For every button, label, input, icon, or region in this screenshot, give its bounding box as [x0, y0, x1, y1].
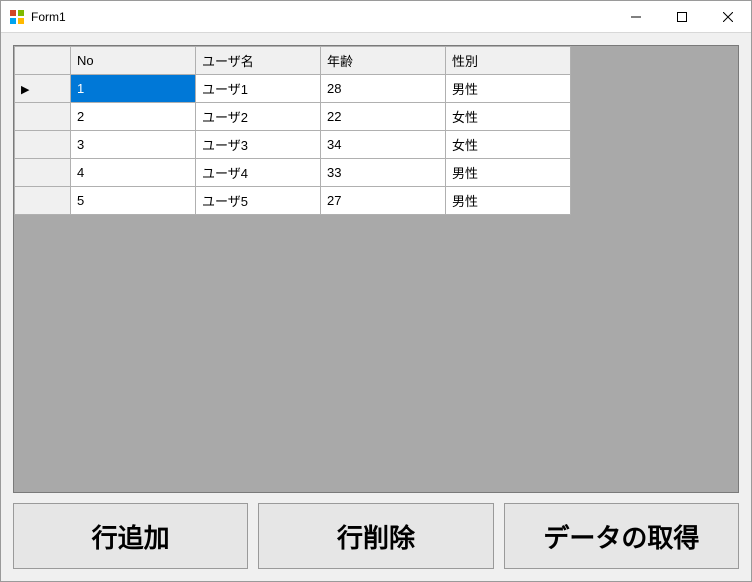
cell-user[interactable]: ユーザ2: [196, 103, 321, 131]
cell-age[interactable]: 28: [321, 75, 446, 103]
table-row[interactable]: 5ユーザ527男性: [15, 187, 571, 215]
maximize-button[interactable]: [659, 1, 705, 32]
cell-sex[interactable]: 男性: [446, 75, 571, 103]
column-header-age[interactable]: 年齢: [321, 47, 446, 75]
table-row[interactable]: 4ユーザ433男性: [15, 159, 571, 187]
datagrid-container: No ユーザ名 年齢 性別 ▶1ユーザ128男性2ユーザ222女性3ユーザ334…: [13, 45, 739, 493]
cell-sex[interactable]: 女性: [446, 103, 571, 131]
cell-age[interactable]: 22: [321, 103, 446, 131]
fetch-data-button[interactable]: データの取得: [504, 503, 739, 569]
minimize-button[interactable]: [613, 1, 659, 32]
cell-sex[interactable]: 男性: [446, 187, 571, 215]
window-frame: Form1 No ユーザ名 年齢 性別: [0, 0, 752, 582]
cell-no[interactable]: 5: [71, 187, 196, 215]
cell-user[interactable]: ユーザ3: [196, 131, 321, 159]
cell-sex[interactable]: 男性: [446, 159, 571, 187]
row-header[interactable]: ▶: [15, 75, 71, 103]
cell-no[interactable]: 3: [71, 131, 196, 159]
column-header-user[interactable]: ユーザ名: [196, 47, 321, 75]
delete-row-button[interactable]: 行削除: [258, 503, 493, 569]
datagrid[interactable]: No ユーザ名 年齢 性別 ▶1ユーザ128男性2ユーザ222女性3ユーザ334…: [14, 46, 571, 215]
cell-user[interactable]: ユーザ5: [196, 187, 321, 215]
row-header[interactable]: [15, 103, 71, 131]
cell-no[interactable]: 4: [71, 159, 196, 187]
column-header-sex[interactable]: 性別: [446, 47, 571, 75]
client-area: No ユーザ名 年齢 性別 ▶1ユーザ128男性2ユーザ222女性3ユーザ334…: [1, 33, 751, 581]
cell-no[interactable]: 1: [71, 75, 196, 103]
datagrid-header-row: No ユーザ名 年齢 性別: [15, 47, 571, 75]
app-icon: [9, 9, 25, 25]
cell-user[interactable]: ユーザ4: [196, 159, 321, 187]
column-header-no[interactable]: No: [71, 47, 196, 75]
close-button[interactable]: [705, 1, 751, 32]
table-row[interactable]: 3ユーザ334女性: [15, 131, 571, 159]
add-row-button[interactable]: 行追加: [13, 503, 248, 569]
table-row[interactable]: 2ユーザ222女性: [15, 103, 571, 131]
cell-no[interactable]: 2: [71, 103, 196, 131]
rowheader-corner[interactable]: [15, 47, 71, 75]
row-header[interactable]: [15, 131, 71, 159]
window-title: Form1: [31, 10, 613, 24]
row-header[interactable]: [15, 159, 71, 187]
cell-age[interactable]: 33: [321, 159, 446, 187]
cell-sex[interactable]: 女性: [446, 131, 571, 159]
cell-age[interactable]: 27: [321, 187, 446, 215]
cell-age[interactable]: 34: [321, 131, 446, 159]
table-row[interactable]: ▶ 1ユーザ128男性: [15, 75, 571, 103]
cell-user[interactable]: ユーザ1: [196, 75, 321, 103]
titlebar[interactable]: Form1: [1, 1, 751, 33]
button-row: 行追加 行削除 データの取得: [13, 503, 739, 569]
row-header[interactable]: [15, 187, 71, 215]
current-row-indicator-icon: ▶: [21, 84, 29, 96]
